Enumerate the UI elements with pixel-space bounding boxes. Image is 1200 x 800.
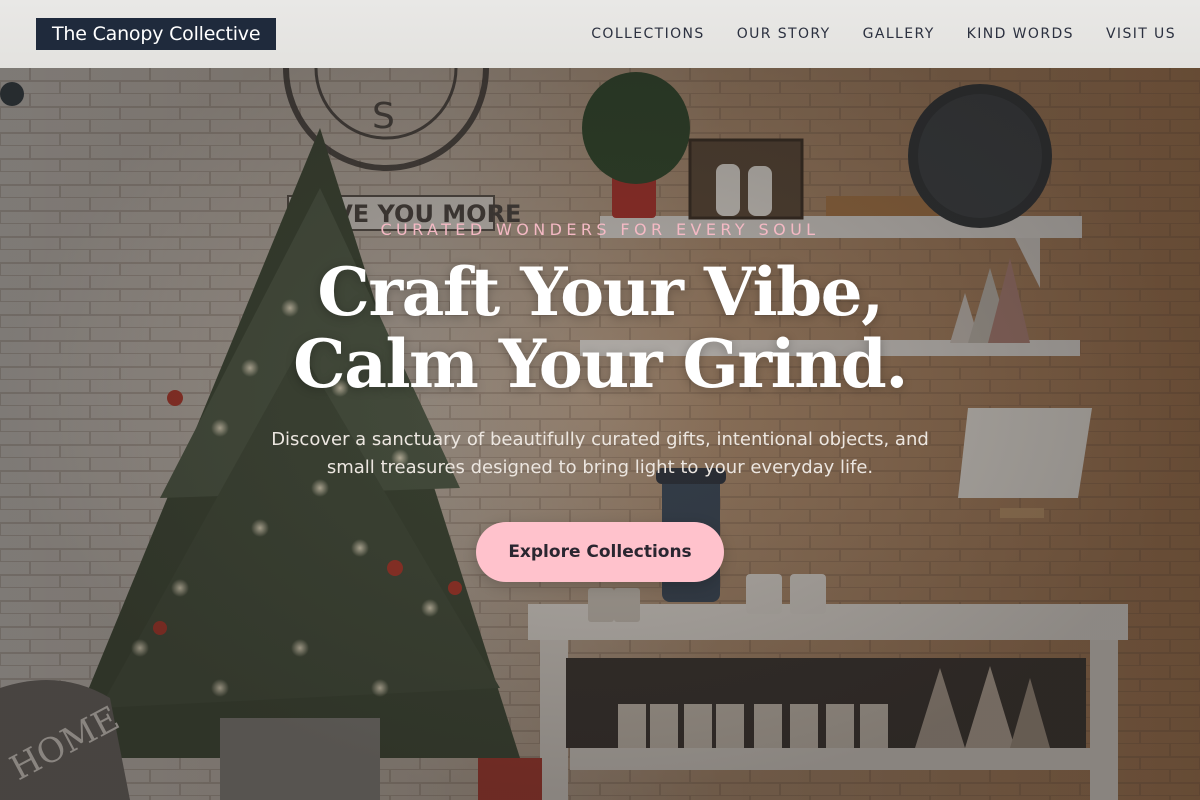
hero-headline: Craft Your Vibe, Calm Your Grind. [0,256,1200,400]
nav-item-gallery[interactable]: GALLERY [863,26,935,42]
hero-eyebrow: CURATED WONDERS FOR EVERY SOUL [380,220,820,239]
hero-headline-line2: Calm Your Grind. [293,325,908,403]
hero-description: Discover a sanctuary of beautifully cura… [271,429,929,478]
explore-collections-button[interactable]: Explore Collections [476,522,724,582]
nav-item-our-story[interactable]: OUR STORY [737,26,831,42]
nav-item-collections[interactable]: COLLECTIONS [591,26,704,42]
main-nav: COLLECTIONS OUR STORY GALLERY KIND WORDS… [591,26,1176,42]
nav-item-kind-words[interactable]: KIND WORDS [967,26,1074,42]
nav-item-visit-us[interactable]: VISIT US [1106,26,1176,42]
hero-headline-line1: Craft Your Vibe, [317,253,884,331]
hero-section: S LOVE YOU MORE [0,68,1200,800]
site-header: The Canopy Collective COLLECTIONS OUR ST… [0,0,1200,68]
brand-logo[interactable]: The Canopy Collective [36,18,277,50]
